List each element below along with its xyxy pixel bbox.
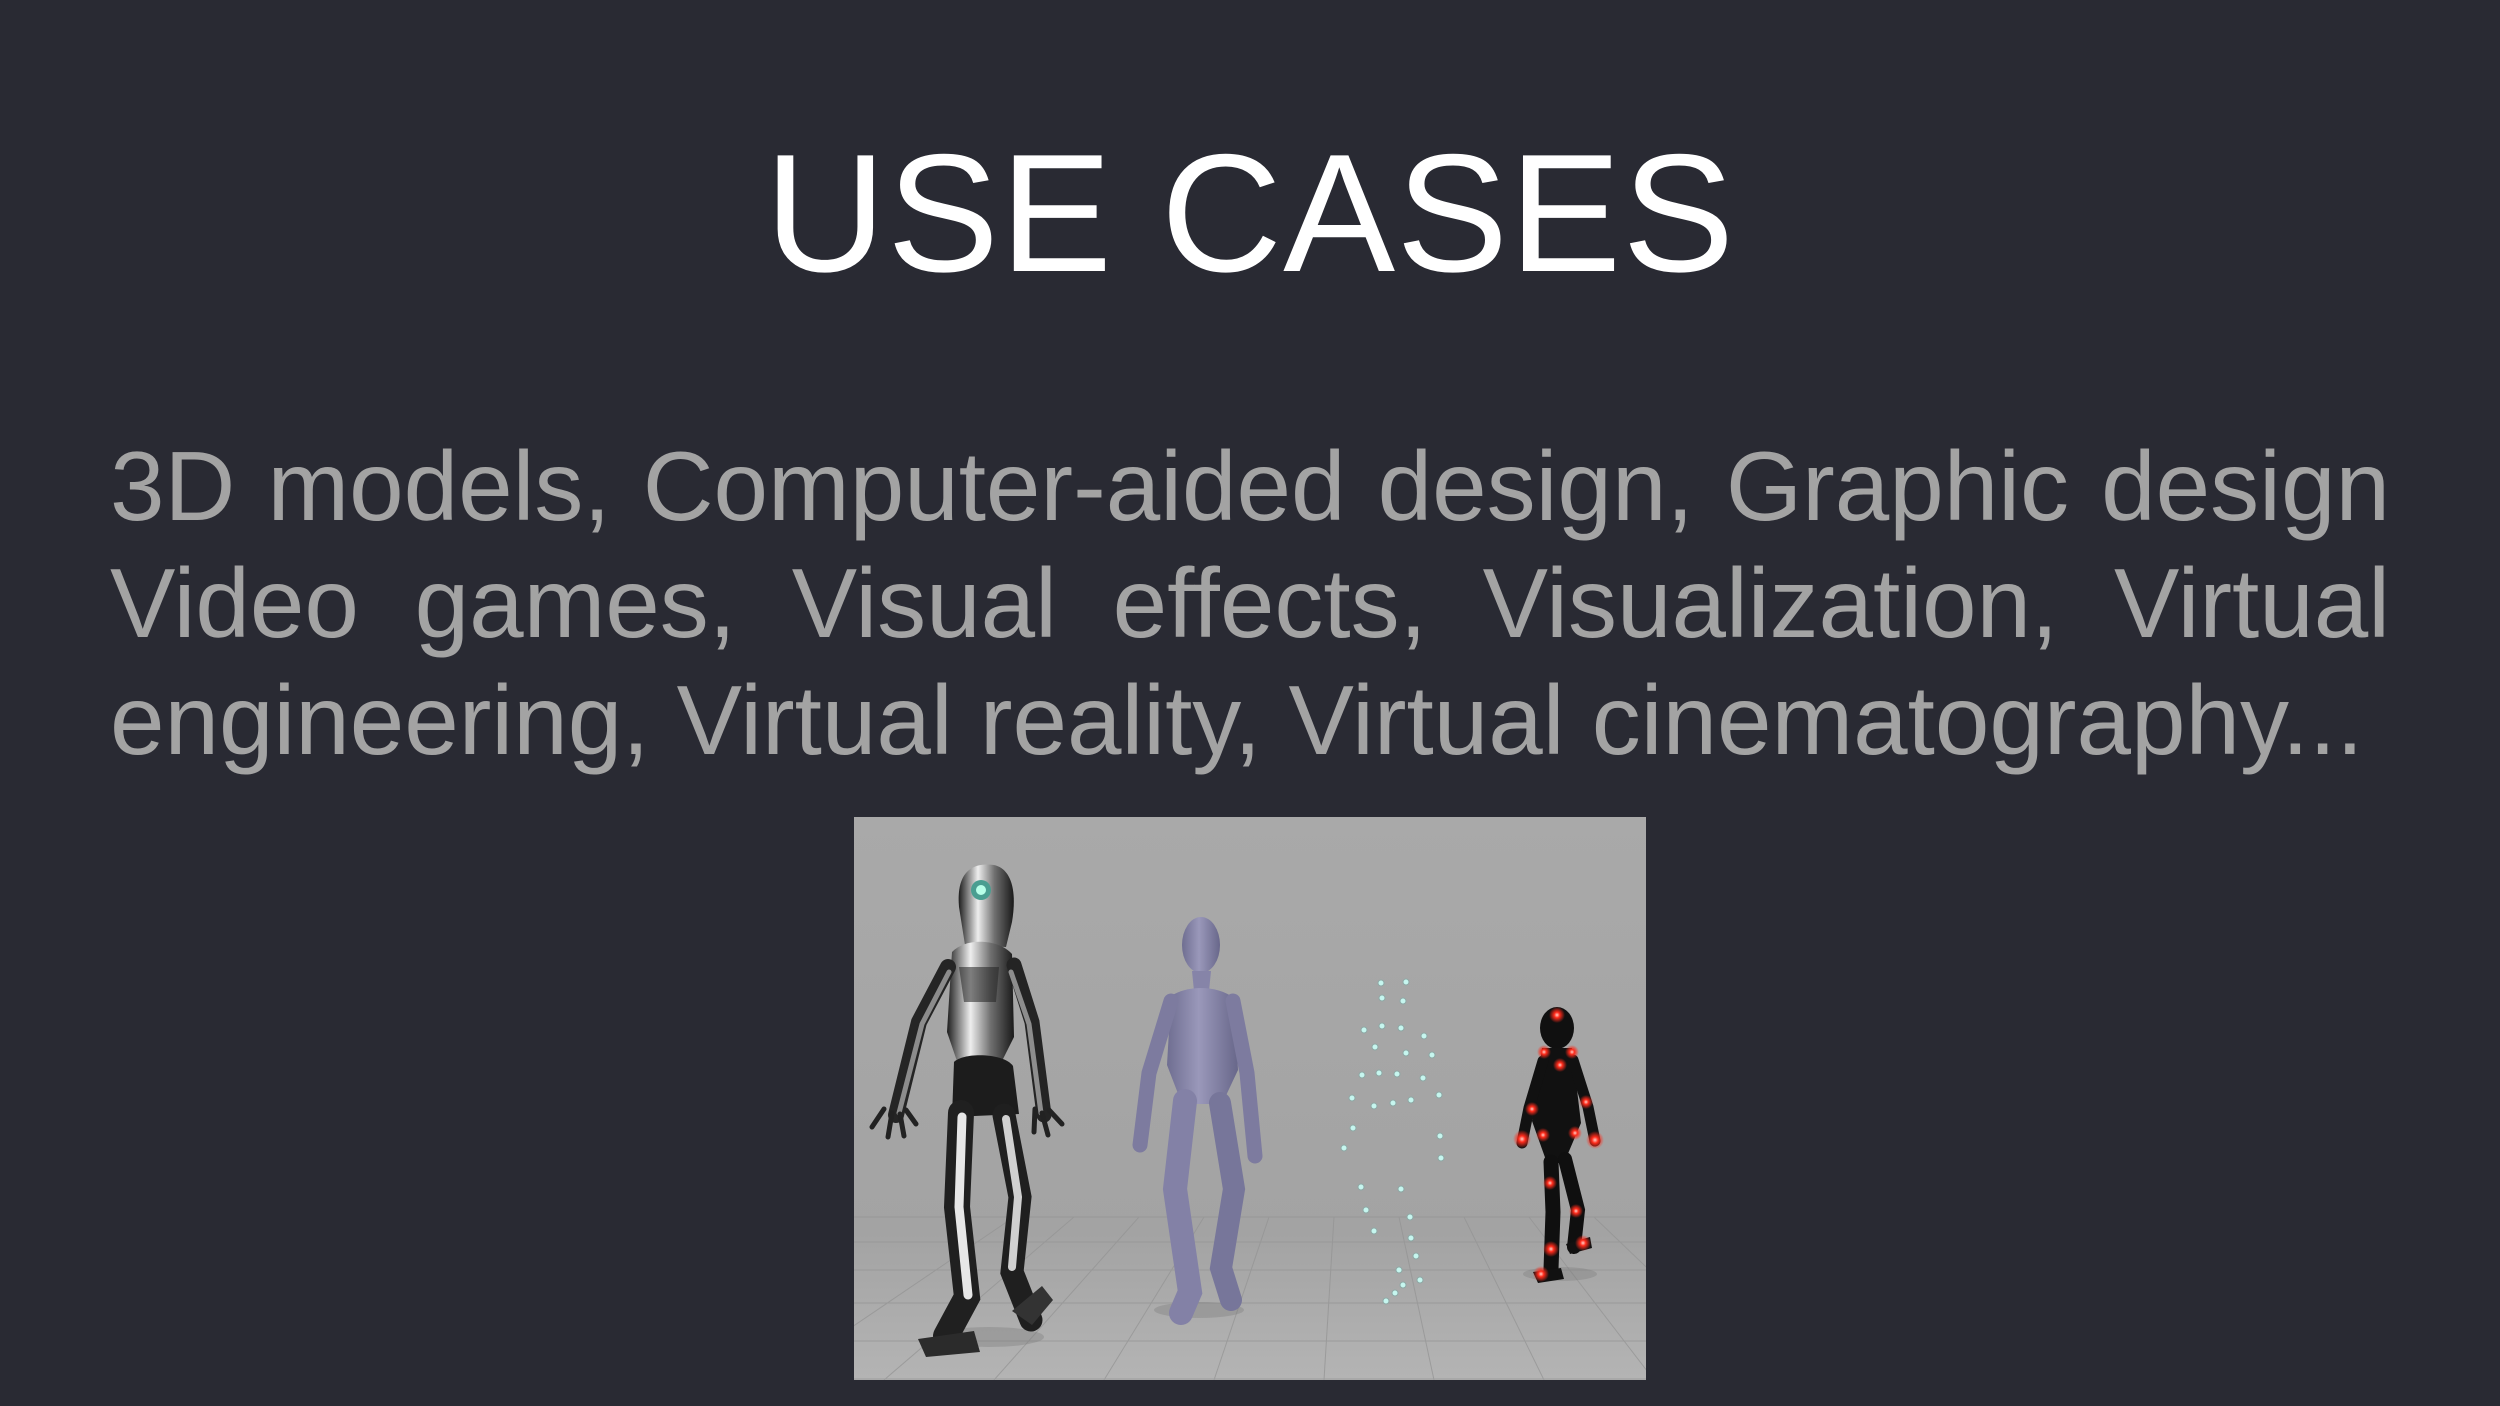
slide-title: USE CASES bbox=[764, 119, 1736, 307]
word: Computer-aided bbox=[642, 431, 1346, 541]
word: Video bbox=[110, 548, 359, 658]
motion-capture-image bbox=[854, 817, 1646, 1380]
word: models, bbox=[267, 431, 611, 541]
slide: USE CASES 3D models, Computer-aided desi… bbox=[0, 0, 2500, 1406]
use-cases-line-1: 3D models, Computer-aided design, Graphi… bbox=[110, 428, 2390, 545]
word: Visual bbox=[791, 548, 1057, 658]
motion-capture-scene bbox=[854, 817, 1646, 1380]
word: Graphic bbox=[1725, 431, 2069, 541]
word: Visualization, bbox=[1482, 548, 2059, 658]
word: games, bbox=[414, 548, 737, 658]
word: design, bbox=[1377, 431, 1694, 541]
use-cases-text: 3D models, Computer-aided design, Graphi… bbox=[110, 428, 2390, 779]
use-cases-line-2: Video games, Visual effects, Visualizati… bbox=[110, 545, 2390, 662]
word: Virtual bbox=[2113, 548, 2390, 658]
word: 3D bbox=[110, 431, 236, 541]
word: design bbox=[2101, 431, 2390, 541]
use-cases-line-3: engineering, Virtual reality, Virtual ci… bbox=[110, 665, 2364, 775]
word: effects, bbox=[1112, 548, 1427, 658]
